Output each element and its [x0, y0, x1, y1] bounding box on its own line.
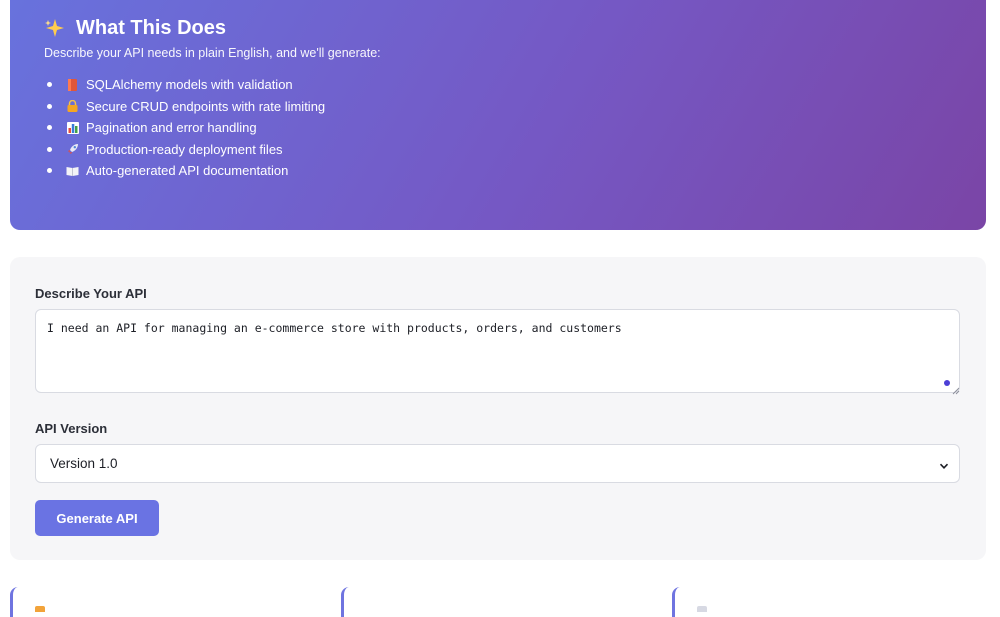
- feature-label: Pagination and error handling: [86, 120, 257, 136]
- version-label: API Version: [35, 421, 108, 436]
- feature-label: Secure CRUD endpoints with rate limiting: [86, 98, 326, 114]
- api-form-card: Describe Your API API Version Version 1.…: [10, 257, 986, 560]
- feature-list: SQLAlchemy models with validation Secure…: [44, 74, 952, 182]
- generate-api-button[interactable]: Generate API: [35, 500, 159, 536]
- api-description-input[interactable]: [35, 309, 960, 393]
- api-version-select[interactable]: Version 1.0: [35, 444, 960, 483]
- book-icon: [66, 164, 79, 177]
- rocket-icon: [66, 143, 79, 156]
- feature-label: Auto-generated API documentation: [86, 163, 289, 179]
- lock-icon: [66, 100, 79, 113]
- description-label: Describe Your API: [35, 286, 147, 301]
- tile-icon: [697, 606, 707, 612]
- hero-title: What This Does: [76, 16, 227, 39]
- info-tile: [341, 587, 651, 617]
- feature-item: Secure CRUD endpoints with rate limiting: [44, 96, 952, 118]
- bullet-dot: [47, 82, 52, 88]
- hero-subtitle: Describe your API needs in plain English…: [44, 46, 381, 60]
- feature-label: Production-ready deployment files: [86, 141, 283, 157]
- chevron-down-icon: [939, 459, 949, 469]
- feature-label: SQLAlchemy models with validation: [86, 77, 293, 93]
- hero-header: What This Does: [44, 14, 952, 42]
- bullet-dot: [47, 168, 52, 174]
- feature-item: Auto-generated API documentation: [44, 160, 952, 182]
- resize-handle-icon[interactable]: [952, 382, 960, 395]
- sparkles-icon: [44, 17, 66, 39]
- bullet-dot: [47, 146, 52, 152]
- info-tile: [672, 587, 982, 617]
- info-tile: [10, 587, 320, 617]
- feature-item: Pagination and error handling: [44, 117, 952, 139]
- feature-item: SQLAlchemy models with validation: [44, 74, 952, 96]
- bullet-dot: [47, 125, 52, 131]
- database-icon: [66, 78, 79, 91]
- selected-version: Version 1.0: [50, 456, 118, 471]
- bar-chart-icon: [66, 121, 79, 134]
- bullet-dot: [47, 103, 52, 109]
- feature-item: Production-ready deployment files: [44, 139, 952, 161]
- grammarly-dot-icon[interactable]: [944, 380, 950, 386]
- hero-banner: What This Does Describe your API needs i…: [10, 0, 986, 230]
- tile-icon: [35, 606, 45, 612]
